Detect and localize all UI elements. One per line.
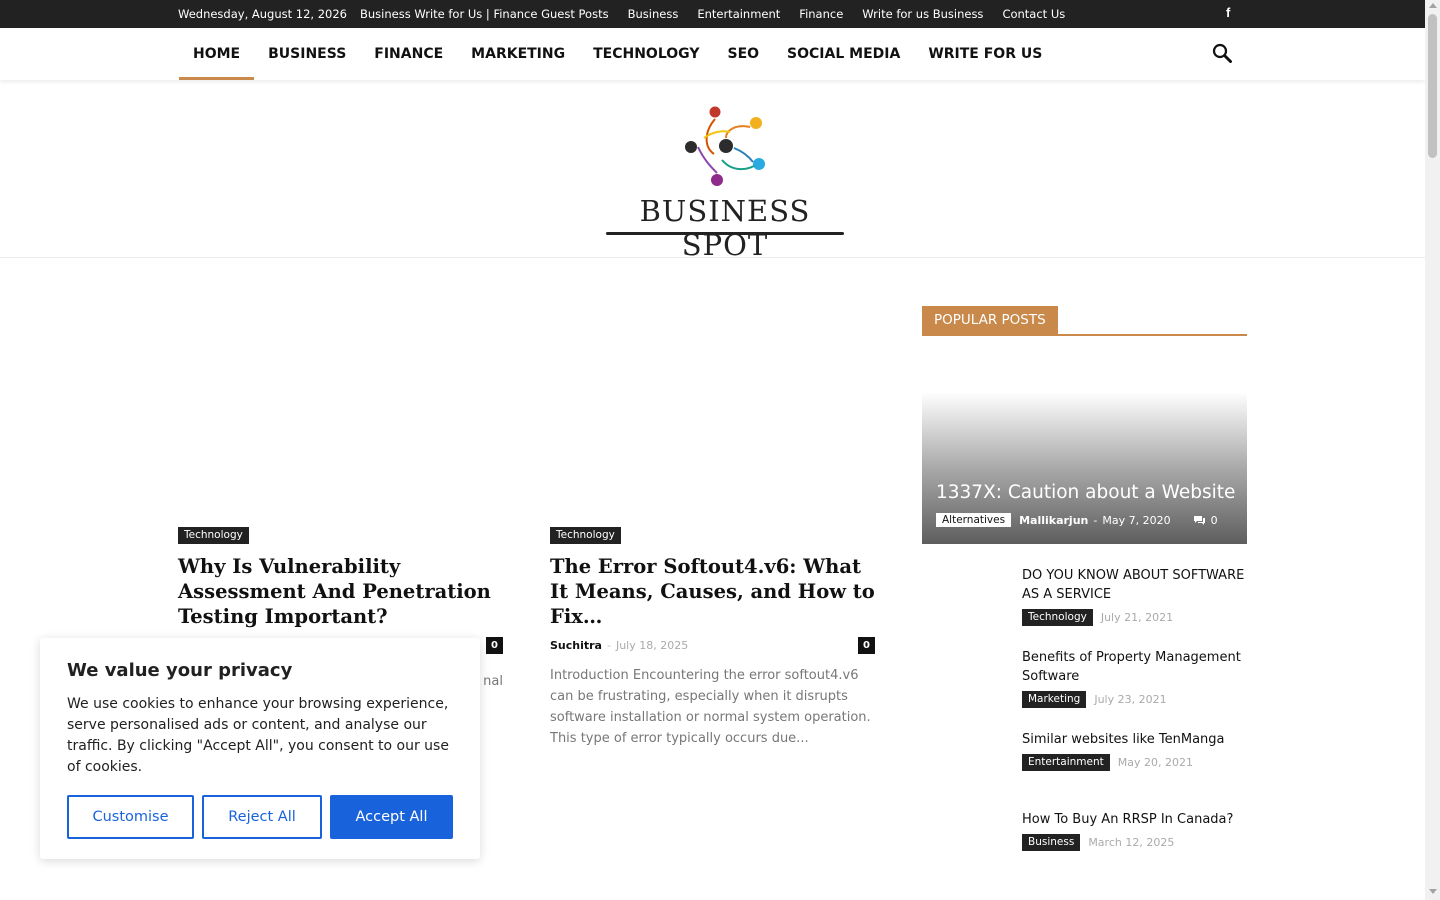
comment-count-badge[interactable]: 0 (858, 637, 875, 654)
featured-date: May 7, 2020 (1102, 513, 1171, 527)
scroll-up-arrow-icon[interactable] (1429, 3, 1437, 8)
reject-all-button[interactable]: Reject All (202, 795, 322, 839)
article-card: Technology The Error Softout4.v6: What I… (550, 523, 875, 749)
comment-count[interactable]: 0 (1193, 514, 1218, 527)
featured-post[interactable]: 1337X: Caution about a Website Alternati… (922, 344, 1247, 544)
category-tag[interactable]: Business (1022, 834, 1081, 851)
logo-underline (606, 232, 844, 235)
customise-button[interactable]: Customise (67, 795, 194, 839)
article-meta: Suchitra - July 18, 2025 0 (550, 637, 875, 654)
side-post-meta: Technology July 21, 2021 (1022, 609, 1247, 626)
toplink-write-for-us[interactable]: Business Write for Us | Finance Guest Po… (360, 7, 609, 21)
category-tag[interactable]: Technology (178, 527, 249, 544)
article-title[interactable]: Why Is Vulnerability Assessment And Pene… (178, 554, 503, 629)
featured-author[interactable]: Mallikarjun (1019, 514, 1088, 527)
side-post-date: July 21, 2021 (1100, 611, 1174, 624)
side-post-meta: Marketing July 23, 2021 (1022, 691, 1247, 708)
side-post-title[interactable]: DO YOU KNOW ABOUT SOFTWARE AS A SERVICE (1022, 566, 1247, 604)
page-scrollbar[interactable] (1425, 0, 1440, 900)
category-tag[interactable]: Alternatives (936, 513, 1012, 527)
nav-item-write-for-us[interactable]: WRITE FOR US (914, 28, 1056, 80)
side-post-item: DO YOU KNOW ABOUT SOFTWARE AS A SERVICE … (1022, 566, 1247, 626)
logo-emblem-icon (685, 106, 765, 186)
featured-post-title[interactable]: 1337X: Caution about a Website (936, 482, 1235, 503)
top-links: Business Write for Us | Finance Guest Po… (360, 7, 1065, 21)
article-excerpt: Introduction Encountering the error soft… (550, 668, 871, 746)
popular-posts-title: POPULAR POSTS (922, 306, 1058, 334)
side-post-title[interactable]: Similar websites like TenManga (1022, 730, 1247, 749)
toplink-business[interactable]: Business (628, 7, 679, 21)
side-post-date: March 12, 2025 (1088, 836, 1175, 849)
cookie-title: We value your privacy (67, 660, 293, 681)
featured-post-meta: Alternatives Mallikarjun - May 7, 2020 0 (936, 513, 1218, 527)
side-post-title[interactable]: How To Buy An RRSP In Canada? (1022, 810, 1247, 829)
article-date: July 18, 2025 (615, 638, 689, 652)
site-logo[interactable]: BUSINESS SPOT (604, 102, 846, 262)
cookie-consent-banner: We value your privacy We use cookies to … (40, 638, 480, 859)
scroll-down-arrow-icon[interactable] (1429, 889, 1437, 894)
meta-separator: - (606, 638, 611, 652)
nav-menu: HOME BUSINESS FINANCE MARKETING TECHNOLO… (179, 28, 1056, 80)
cookie-text: We use cookies to enhance your browsing … (67, 696, 449, 775)
nav-item-seo[interactable]: SEO (713, 28, 773, 80)
search-icon[interactable] (1212, 43, 1232, 63)
article-title[interactable]: The Error Softout4.v6: What It Means, Ca… (550, 554, 875, 629)
facebook-icon[interactable]: f (1226, 5, 1230, 20)
side-post-meta: Entertainment May 20, 2021 (1022, 754, 1247, 771)
category-tag[interactable]: Technology (550, 527, 621, 544)
toplink-write-for-us-business[interactable]: Write for us Business (862, 7, 983, 21)
logo-text: BUSINESS SPOT (639, 194, 811, 262)
toplink-contact-us[interactable]: Contact Us (1002, 7, 1065, 21)
side-post-meta: Business March 12, 2025 (1022, 834, 1247, 851)
side-post-date: May 20, 2021 (1117, 756, 1194, 769)
toplink-entertainment[interactable]: Entertainment (697, 7, 780, 21)
side-post-item: Similar websites like TenManga Entertain… (1022, 730, 1247, 771)
comment-count-value: 0 (1210, 513, 1218, 527)
scrollbar-thumb[interactable] (1428, 14, 1437, 158)
side-post-item: Benefits of Property Management Software… (1022, 648, 1247, 708)
header-logo-area: BUSINESS SPOT (0, 80, 1425, 262)
category-tag[interactable]: Technology (1022, 609, 1093, 626)
nav-item-social-media[interactable]: SOCIAL MEDIA (773, 28, 914, 80)
popular-posts-header: POPULAR POSTS (922, 306, 1247, 336)
top-bar: Wednesday, August 12, 2026 Business Writ… (0, 0, 1425, 28)
comment-count-badge[interactable]: 0 (486, 637, 503, 654)
nav-item-business[interactable]: BUSINESS (254, 28, 360, 80)
meta-separator: - (1093, 513, 1098, 527)
current-date: Wednesday, August 12, 2026 (178, 7, 348, 21)
category-tag[interactable]: Entertainment (1022, 754, 1110, 771)
side-post-title[interactable]: Benefits of Property Management Software (1022, 648, 1247, 686)
comment-icon (1193, 515, 1205, 525)
nav-item-technology[interactable]: TECHNOLOGY (579, 28, 713, 80)
toplink-finance[interactable]: Finance (799, 7, 843, 21)
article-author[interactable]: Suchitra (550, 639, 602, 652)
side-post-date: July 23, 2021 (1094, 693, 1167, 706)
nav-item-marketing[interactable]: MARKETING (457, 28, 579, 80)
side-post-item: How To Buy An RRSP In Canada? Business M… (1022, 810, 1247, 851)
category-tag[interactable]: Marketing (1022, 691, 1087, 708)
accept-all-button[interactable]: Accept All (330, 795, 453, 839)
nav-item-finance[interactable]: FINANCE (360, 28, 457, 80)
nav-item-home[interactable]: HOME (179, 28, 255, 80)
